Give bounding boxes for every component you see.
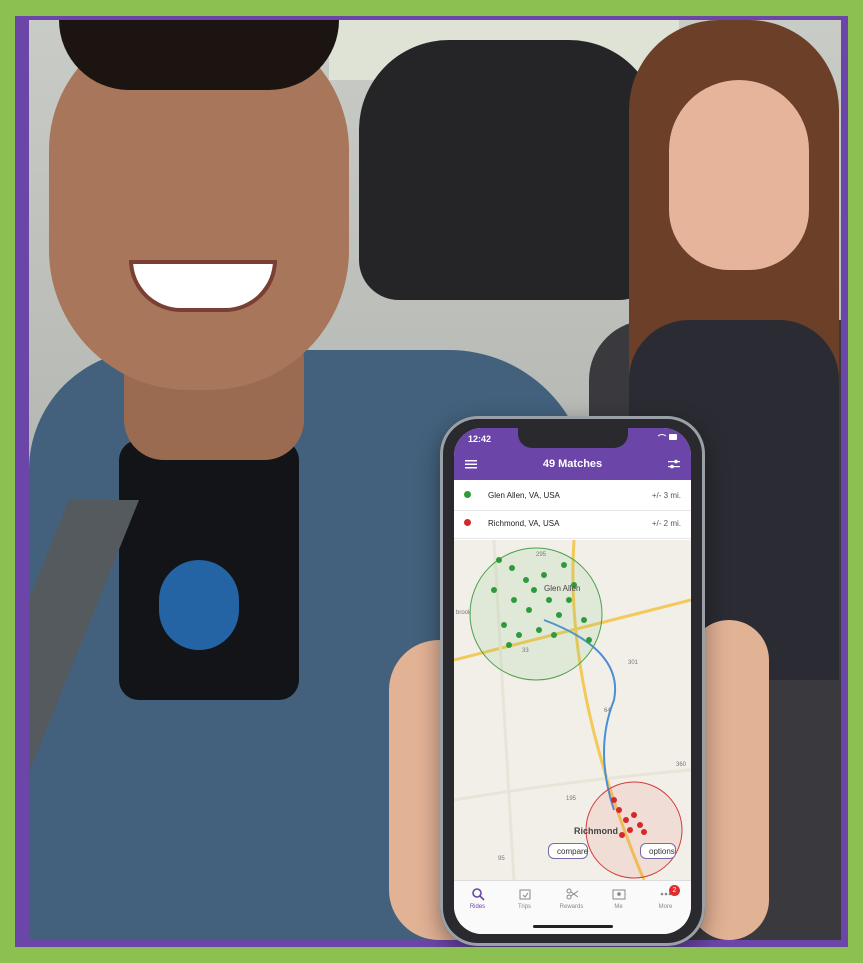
- map-label-64: 64: [604, 708, 611, 714]
- origin-row[interactable]: Glen Allen, VA, USA +/- 3 mi.: [454, 482, 691, 511]
- phone-screen: 12:42 49 Matches Glen Allen, VA, USA +/-…: [454, 428, 691, 934]
- headrest: [359, 40, 659, 300]
- scissors-icon: [566, 888, 578, 900]
- map-label-301: 301: [628, 660, 639, 666]
- calendar-icon: [519, 889, 530, 900]
- origin-radius[interactable]: +/- 3 mi.: [652, 491, 681, 500]
- tab-trips[interactable]: Trips: [501, 887, 548, 910]
- map-view[interactable]: Glen Allen brook 295 33 301 64 195 360 R…: [454, 539, 691, 881]
- driver-hair: [59, 20, 339, 90]
- smartphone: 12:42 49 Matches Glen Allen, VA, USA +/-…: [440, 416, 705, 946]
- tab-me[interactable]: Me: [595, 887, 642, 910]
- destination-name: Richmond, VA, USA: [488, 519, 560, 528]
- photo-border: 12:42 49 Matches Glen Allen, VA, USA +/-…: [15, 16, 848, 947]
- options-button[interactable]: options: [640, 843, 676, 859]
- map-label-33: 33: [522, 648, 529, 654]
- tab-rides[interactable]: Rides: [454, 887, 501, 910]
- map-label-glen-allen: Glen Allen: [544, 584, 581, 593]
- more-badge: 2: [669, 885, 680, 896]
- tab-rides-label: Rides: [469, 904, 486, 910]
- map-label-brook: brook: [456, 610, 472, 616]
- origin-marker-icon: [464, 491, 471, 498]
- page-title: 49 Matches: [542, 458, 603, 470]
- phone-notch: [518, 428, 628, 448]
- destination-row[interactable]: Richmond, VA, USA +/- 2 mi.: [454, 510, 691, 539]
- status-time: 12:42: [468, 434, 492, 444]
- compare-button[interactable]: compare: [548, 843, 588, 859]
- tshirt-print: [159, 560, 239, 650]
- search-icon: [471, 888, 485, 901]
- destination-marker-icon: [464, 519, 471, 526]
- map-label-195: 195: [566, 796, 577, 802]
- map-label-95: 95: [498, 856, 505, 862]
- map-label-360: 360: [676, 762, 687, 768]
- car-interior-scene: [29, 20, 841, 940]
- home-indicator: [533, 925, 613, 928]
- tab-trips-label: Trips: [517, 904, 532, 910]
- id-card-icon: [612, 889, 625, 900]
- app-header: 49 Matches: [454, 450, 691, 480]
- tab-me-label: Me: [614, 904, 623, 910]
- origin-name: Glen Allen, VA, USA: [488, 491, 560, 500]
- tab-more[interactable]: 2 More: [642, 885, 689, 910]
- map-label-richmond: Richmond: [574, 826, 618, 836]
- tab-rewards-label: Rewards: [559, 904, 584, 910]
- tab-more-label: More: [658, 904, 673, 910]
- filter-icon[interactable]: [667, 457, 681, 471]
- wifi-icon: [657, 433, 679, 444]
- passenger-face: [669, 80, 809, 270]
- map-label-295: 295: [536, 552, 547, 558]
- tab-rewards[interactable]: Rewards: [548, 887, 595, 910]
- image-frame: 12:42 49 Matches Glen Allen, VA, USA +/-…: [0, 0, 863, 963]
- destination-radius[interactable]: +/- 2 mi.: [652, 519, 681, 528]
